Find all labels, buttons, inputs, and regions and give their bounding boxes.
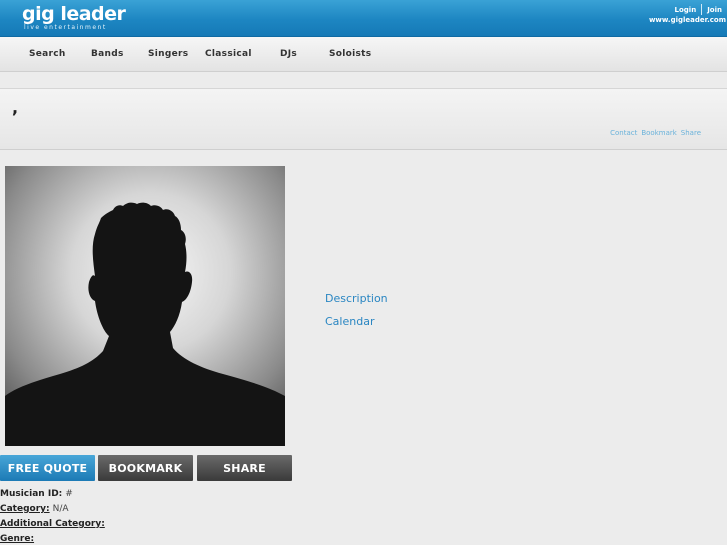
login-link[interactable]: Login <box>675 6 697 14</box>
share-button[interactable]: SHARE <box>197 455 292 481</box>
musician-name: , <box>12 98 19 117</box>
additional-category-label[interactable]: Additional Category: <box>0 519 105 529</box>
musician-id-value: # <box>65 489 73 499</box>
free-quote-button[interactable]: FREE QUOTE <box>0 455 95 481</box>
nav-item-bands[interactable]: Bands <box>91 49 124 59</box>
nav-item-classical[interactable]: Classical <box>205 49 252 59</box>
profile-actions: Contact Bookmark Share <box>610 129 701 137</box>
nav-item-singers[interactable]: Singers <box>148 49 188 59</box>
divider <box>701 4 703 15</box>
musician-id-label: Musician ID: <box>0 489 63 499</box>
share-link[interactable]: Share <box>681 129 701 137</box>
description-link[interactable]: Description <box>325 292 388 305</box>
nav-item-djs[interactable]: DJs <box>280 49 297 59</box>
nav-item-search[interactable]: Search <box>29 49 66 59</box>
bookmark-link[interactable]: Bookmark <box>641 129 676 137</box>
musician-id-row: Musician ID: # <box>0 489 73 499</box>
join-link[interactable]: Join <box>707 6 722 14</box>
category-value: N/A <box>52 504 69 514</box>
profile-title-panel: , Contact Bookmark Share <box>0 88 727 150</box>
top-header: gig leader live entertainment Login Join… <box>0 0 727 37</box>
logo-text: gig leader <box>22 3 126 25</box>
contact-link[interactable]: Contact <box>610 129 637 137</box>
genre-label[interactable]: Genre: <box>0 534 34 544</box>
additional-category-row: Additional Category: <box>0 519 105 529</box>
nav-item-soloists[interactable]: Soloists <box>329 49 371 59</box>
category-row: Category: N/A <box>0 504 69 514</box>
account-links: Login Join <box>675 4 722 15</box>
musician-photo <box>5 166 285 446</box>
bookmark-button[interactable]: BOOKMARK <box>98 455 193 481</box>
silhouette-placeholder-icon <box>5 202 285 446</box>
genre-row: Genre: <box>0 534 34 544</box>
logo-tagline: live entertainment <box>24 24 107 31</box>
site-logo[interactable]: gig leader live entertainment <box>22 3 126 32</box>
calendar-link[interactable]: Calendar <box>325 315 374 328</box>
site-url: www.gigleader.com <box>648 16 726 24</box>
category-label[interactable]: Category: <box>0 504 50 514</box>
main-nav: Search Bands Singers Classical DJs Soloi… <box>0 37 727 72</box>
